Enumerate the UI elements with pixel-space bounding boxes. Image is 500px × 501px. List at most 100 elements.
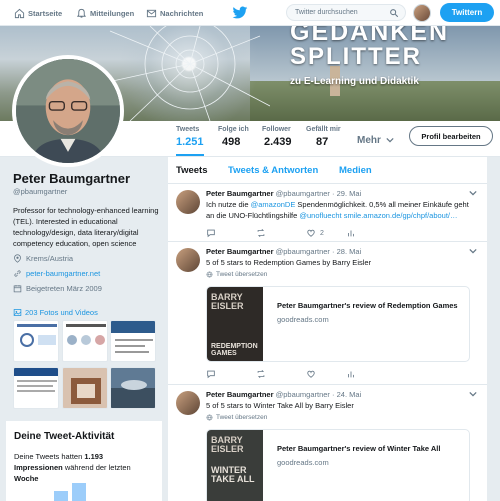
location-pin-icon [14,254,21,263]
nav-notifications[interactable]: Mitteilungen [76,0,134,26]
stat-following-value: 498 [222,136,241,148]
photos-videos-link[interactable]: 203 Fotos und Videos [13,308,98,317]
banner-subtitle: zu E-Learning und Didaktik [290,76,419,87]
tweet-avatar[interactable] [176,190,200,214]
photos-videos-label: 203 Fotos und Videos [25,308,98,317]
globe-icon [206,414,213,421]
tweet-activity-panel: Deine Tweet-Aktivität Deine Tweets hatte… [6,421,162,501]
search-placeholder: Twitter durchsuchen [295,9,358,16]
profile-portrait [16,59,120,163]
tweet-text: 5 of 5 stars to Winter Take All by Barry… [206,401,354,410]
media-thumbnail[interactable] [110,320,156,362]
tab-tweets-replies[interactable]: Tweets & Antworten [228,165,318,176]
globe-icon [206,271,213,278]
mention-link[interactable]: @amazonDE [251,200,296,209]
search-icon[interactable] [389,8,399,18]
retweet-action[interactable] [256,368,294,380]
stat-likes[interactable]: Gefällt mir 87 [306,126,341,148]
profile-handle[interactable]: @pbaumgartner [13,187,67,196]
profile-bio: Professor for technology-enhanced learni… [13,206,159,248]
tweet-author-handle[interactable]: @pbaumgartner [276,247,330,256]
tweet-author-handle[interactable]: @pbaumgartner [276,189,330,198]
analytics-icon [348,371,354,378]
profile-location-text: Krems/Austria [26,254,74,263]
media-thumbnail[interactable] [13,367,59,409]
translate-tweet[interactable]: Tweet übersetzen [206,414,267,421]
media-thumbnail[interactable] [110,367,156,409]
more-label: Mehr [357,135,381,146]
profile-website-link[interactable]: peter-baumgartner.net [26,269,100,278]
translate-tweet[interactable]: Tweet übersetzen [206,271,267,278]
tweet-item[interactable]: Peter Baumgartner @pbaumgartner · 24. Ma… [168,385,487,501]
retweet-icon [257,369,265,379]
reply-action[interactable] [206,368,244,380]
reply-icon [207,229,215,238]
nav-messages[interactable]: Nachrichten [146,0,203,26]
reply-action[interactable] [206,227,244,239]
twitter-bird-icon[interactable] [232,6,248,20]
url-link[interactable]: smile.amazon.de/gp/chpf/about/… [342,211,458,220]
nav-home[interactable]: Startseite [14,0,62,26]
search-input[interactable]: Twitter durchsuchen [286,4,406,21]
tweet-actions: 2 [206,227,384,239]
profile-location: Krems/Austria [13,254,73,263]
stat-tweets-label: Tweets [176,126,200,133]
chevron-down-icon[interactable] [469,390,477,398]
tweet-item[interactable]: Peter Baumgartner @pbaumgartner · 29. Ma… [168,184,487,242]
chevron-down-icon[interactable] [469,189,477,197]
chevron-down-icon [386,137,394,143]
tab-media[interactable]: Medien [339,165,372,176]
profile-website[interactable]: peter-baumgartner.net [13,269,100,278]
profile-name[interactable]: Peter Baumgartner [13,171,130,186]
analytics-action[interactable] [346,227,384,239]
mention-link[interactable]: @unofluecht [299,211,341,220]
tweet-actions [206,368,384,380]
stat-followers-label: Follower [262,126,291,133]
stat-following-label: Folge ich [218,126,249,133]
tweet-text: Ich nutze die @amazonDE Spendenmöglichke… [206,200,469,220]
heart-icon [307,370,315,378]
card-title[interactable]: Peter Baumgartner's review of Winter Tak… [277,444,440,453]
card-title[interactable]: Peter Baumgartner's review of Redemption… [277,301,458,310]
stat-following[interactable]: Folge ich 498 [218,126,249,148]
analytics-action[interactable] [346,368,384,380]
retweet-action[interactable] [256,227,294,239]
link-card[interactable]: BARRY EISLER WINTER TAKE ALL Peter Baumg… [206,429,470,501]
media-thumbnail[interactable] [62,320,108,362]
account-avatar[interactable] [413,4,431,22]
like-action[interactable]: 2 [306,227,344,239]
tweet-author-name[interactable]: Peter Baumgartner [206,247,274,256]
tab-tweets[interactable]: Tweets [176,165,208,176]
analytics-icon [348,230,354,237]
media-thumbnail[interactable] [13,320,59,362]
more-menu[interactable]: Mehr [357,135,394,146]
tweet-avatar[interactable] [176,248,200,272]
link-card[interactable]: BARRY EISLER REDEMPTION GAMES Peter Baum… [206,286,470,362]
cover-title: REDEMPTION GAMES [211,343,258,357]
tweet-date[interactable]: 24. Mai [337,390,362,399]
calendar-icon [13,285,22,293]
tweet-author-name[interactable]: Peter Baumgartner [206,390,274,399]
media-thumbnail[interactable] [62,367,108,409]
tweet-header: Peter Baumgartner @pbaumgartner · 28. Ma… [206,247,362,256]
tweet-button[interactable]: Twittern [440,3,494,22]
stat-likes-label: Gefällt mir [306,126,341,133]
tweet-date[interactable]: 29. Mai [337,189,362,198]
tweet-header: Peter Baumgartner @pbaumgartner · 29. Ma… [206,189,362,198]
like-action[interactable] [306,368,344,380]
tweet-date[interactable]: 28. Mai [337,247,362,256]
tweet-author-name[interactable]: Peter Baumgartner [206,189,274,198]
tweet-item[interactable]: Peter Baumgartner @pbaumgartner · 28. Ma… [168,242,487,385]
home-icon [14,8,25,18]
chevron-down-icon[interactable] [469,247,477,255]
stat-followers[interactable]: Follower 2.439 [262,126,292,148]
top-navigation: Startseite Mitteilungen Nachrichten Twit… [0,0,500,26]
tweet-avatar[interactable] [176,391,200,415]
tweet-header: Peter Baumgartner @pbaumgartner · 24. Ma… [206,390,362,399]
like-count: 2 [320,229,324,237]
translate-label: Tweet übersetzen [216,271,268,278]
profile-photo[interactable] [12,55,124,167]
stat-tweets[interactable]: Tweets 1.251 [176,126,204,156]
tweet-author-handle[interactable]: @pbaumgartner [276,390,330,399]
edit-profile-button[interactable]: Profil bearbeiten [409,126,493,146]
